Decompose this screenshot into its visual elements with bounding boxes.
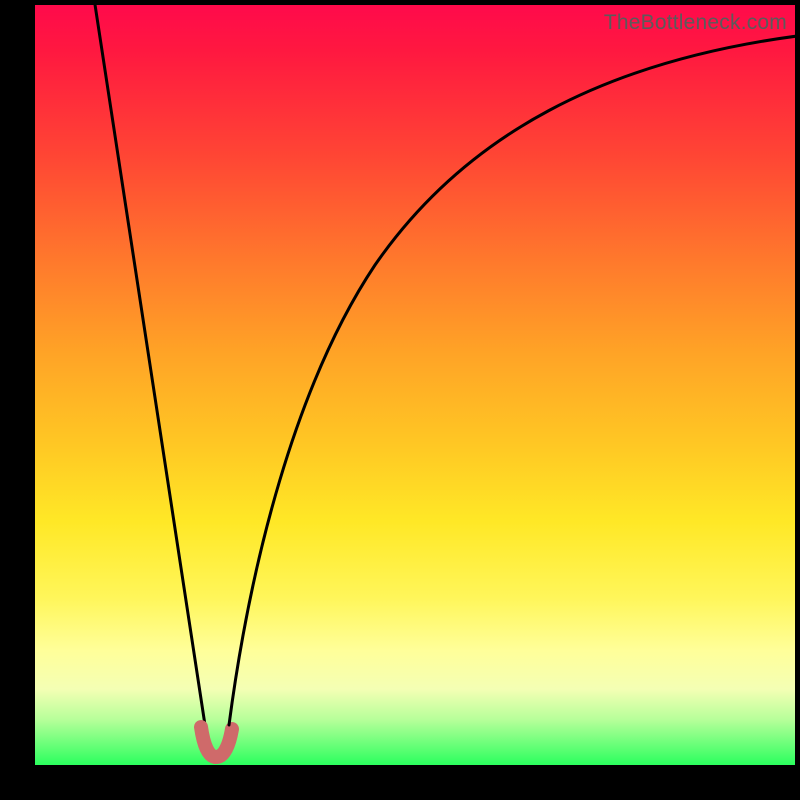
optimal-marker: [201, 727, 232, 757]
chart-curves: [35, 5, 795, 765]
curve-left-branch: [92, 5, 205, 725]
chart-frame: TheBottleneck.com: [0, 0, 800, 800]
curve-right-branch: [229, 35, 795, 725]
chart-plot-area: TheBottleneck.com: [35, 5, 795, 765]
